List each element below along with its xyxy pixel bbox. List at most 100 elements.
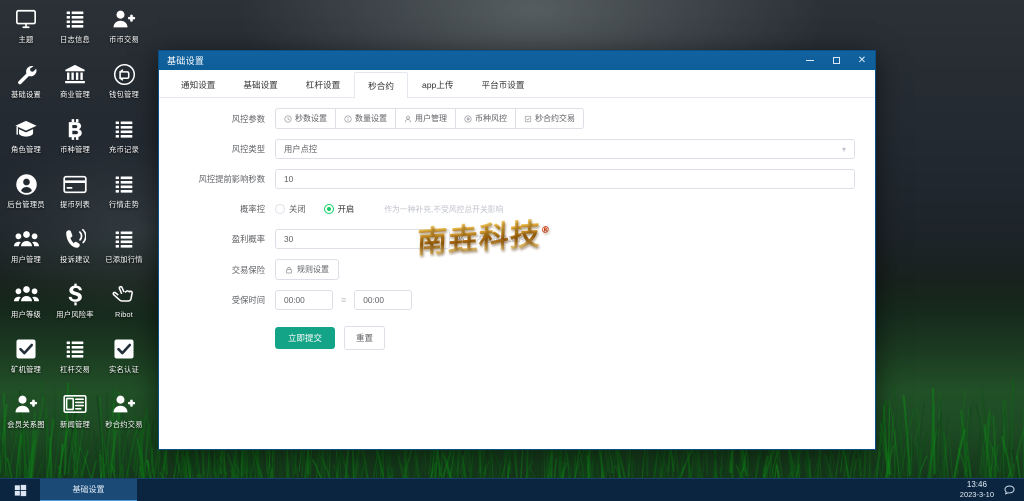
desktop-icon-9[interactable]: 充币记录 <box>100 114 148 162</box>
probability-radio-1[interactable]: 关闭 <box>275 203 306 215</box>
desktop-icon-14[interactable]: 投诉建议 <box>51 224 99 272</box>
desktop-icon-label: 矿机管理 <box>2 365 50 374</box>
risk-param-button-label: 用户管理 <box>415 113 447 124</box>
start-button[interactable] <box>0 479 40 501</box>
lock-icon <box>285 266 293 274</box>
minimize-button[interactable] <box>797 51 823 70</box>
desktop-icon-label: 后台管理员 <box>2 200 50 209</box>
phone-ring-icon <box>51 224 99 254</box>
desktop-icon-24[interactable]: 秒合约交易 <box>100 389 148 437</box>
desktop-icon-4[interactable]: 基础设置 <box>2 59 50 107</box>
tab-2[interactable]: 基础设置 <box>229 71 291 97</box>
profit-probability-input[interactable]: 30 <box>275 229 450 249</box>
desktop-icon-label: 主题 <box>2 35 50 44</box>
desktop-icon-15[interactable]: 已添加行情 <box>100 224 148 272</box>
wallet-circle-icon <box>100 59 148 89</box>
risk-params-label: 风控参数 <box>159 113 275 125</box>
desktop-icon-label: 商业管理 <box>51 90 99 99</box>
desktop-icon-3[interactable]: 币币交易 <box>100 4 148 52</box>
desktop-icon-11[interactable]: 提币列表 <box>51 169 99 217</box>
risk-type-select[interactable]: 用户点控 ▾ <box>275 139 855 159</box>
probability-control-row: 概率控 关闭开启 作为一种补充,不受风控总开关影响 <box>159 203 875 215</box>
advance-seconds-label: 风控提前影响秒数 <box>159 173 275 185</box>
desktop-icon-grid: 主题日志信息币币交易基础设置商业管理钱包管理角色管理币种管理充币记录后台管理员提… <box>0 4 148 437</box>
insured-time-start[interactable]: 00:00 <box>275 290 333 310</box>
insured-time-start-value: 00:00 <box>284 295 305 305</box>
tab-4[interactable]: 秒合约 <box>354 72 408 98</box>
taskbar-item-settings[interactable]: 基础设置 <box>40 479 137 501</box>
bitcoin-icon <box>51 114 99 144</box>
clock-time: 13:46 <box>960 480 994 490</box>
desktop-icon-label: 会员关系图 <box>2 420 50 429</box>
user-add-icon <box>100 389 148 419</box>
risk-param-button-4[interactable]: 币种风控 <box>455 108 515 129</box>
tab-6[interactable]: 平台币设置 <box>468 71 539 97</box>
tab-1[interactable]: 通知设置 <box>167 71 229 97</box>
desktop-icon-8[interactable]: 币种管理 <box>51 114 99 162</box>
rule-settings-label: 规则设置 <box>297 264 329 275</box>
risk-param-button-3[interactable]: 用户管理 <box>395 108 455 129</box>
desktop-icon-1[interactable]: 主题 <box>2 4 50 52</box>
actions-row: 立即提交 重置 <box>159 326 875 350</box>
risk-param-button-1[interactable]: 秒数设置 <box>275 108 335 129</box>
reset-button[interactable]: 重置 <box>344 326 385 350</box>
percent-unit: % <box>457 234 464 244</box>
insured-time-label: 受保时间 <box>159 294 275 306</box>
probability-radio-2[interactable]: 开启 <box>324 203 355 215</box>
desktop-icon-18[interactable]: Ribot <box>100 279 148 327</box>
maximize-button[interactable] <box>823 51 849 70</box>
probability-radio-label: 关闭 <box>289 203 306 215</box>
desktop-icon-17[interactable]: 用户风险率 <box>51 279 99 327</box>
desktop-icon-label: 用户风险率 <box>51 310 99 319</box>
risk-param-button-2[interactable]: 数量设置 <box>335 108 395 129</box>
probability-radio-group: 关闭 开启 <box>275 203 372 215</box>
profit-probability-label: 盈利概率 <box>159 233 275 245</box>
clock-icon <box>284 115 292 123</box>
card-icon <box>51 169 99 199</box>
windows-logo-icon <box>14 484 27 497</box>
window-titlebar[interactable]: 基础设置 ✕ <box>159 51 875 70</box>
desktop-icon-2[interactable]: 日志信息 <box>51 4 99 52</box>
rule-settings-button[interactable]: 规则设置 <box>275 259 339 280</box>
risk-type-value: 用户点控 <box>284 143 317 155</box>
chat-icon[interactable] <box>1003 484 1016 497</box>
info-circle-icon <box>344 115 352 123</box>
desktop-icon-21[interactable]: 实名认证 <box>100 334 148 382</box>
desktop-icon-label: 基础设置 <box>2 90 50 99</box>
close-button[interactable]: ✕ <box>849 51 875 70</box>
clock[interactable]: 13:46 2023-3-10 <box>960 480 994 500</box>
risk-type-row: 风控类型 用户点控 ▾ <box>159 139 875 159</box>
user-add-icon <box>100 4 148 34</box>
desktop-icon-12[interactable]: 行情走势 <box>100 169 148 217</box>
desktop-icon-22[interactable]: 会员关系图 <box>2 389 50 437</box>
advance-seconds-input[interactable]: 10 <box>275 169 855 189</box>
probability-hint: 作为一种补充,不受风控总开关影响 <box>384 204 503 215</box>
desktop-icon-20[interactable]: 杠杆交易 <box>51 334 99 382</box>
desktop-icon-label: 行情走势 <box>100 200 148 209</box>
profit-probability-value: 30 <box>284 234 293 244</box>
desktop-icon-13[interactable]: 用户管理 <box>2 224 50 272</box>
desktop-icon-label: 钱包管理 <box>100 90 148 99</box>
desktop-icon-label: 币币交易 <box>100 35 148 44</box>
tab-5[interactable]: app上传 <box>408 71 468 97</box>
clock-date: 2023-3-10 <box>960 490 994 500</box>
news-icon <box>51 389 99 419</box>
submit-button[interactable]: 立即提交 <box>275 327 335 349</box>
tab-3[interactable]: 杠杆设置 <box>292 71 354 97</box>
desktop-icon-5[interactable]: 商业管理 <box>51 59 99 107</box>
insured-time-end-value: 00:00 <box>363 295 384 305</box>
tab-bar: 通知设置基础设置杠杆设置秒合约app上传平台币设置 <box>159 70 875 98</box>
desktop-icon-23[interactable]: 新闻管理 <box>51 389 99 437</box>
risk-param-button-label: 数量设置 <box>355 113 387 124</box>
desktop-icon-16[interactable]: 用户等级 <box>2 279 50 327</box>
desktop-icon-19[interactable]: 矿机管理 <box>2 334 50 382</box>
desktop-icon-10[interactable]: 后台管理员 <box>2 169 50 217</box>
desktop-icon-7[interactable]: 角色管理 <box>2 114 50 162</box>
insured-time-end[interactable]: 00:00 <box>354 290 412 310</box>
list-icon <box>100 114 148 144</box>
risk-param-button-label: 币种风控 <box>475 113 507 124</box>
risk-param-button-5[interactable]: 秒合约交易 <box>515 108 584 129</box>
risk-params-row: 风控参数 秒数设置 数量设置 用户管理 币种风控秒合约交易 <box>159 108 875 129</box>
desktop-icon-label: 币种管理 <box>51 145 99 154</box>
desktop-icon-6[interactable]: 钱包管理 <box>100 59 148 107</box>
